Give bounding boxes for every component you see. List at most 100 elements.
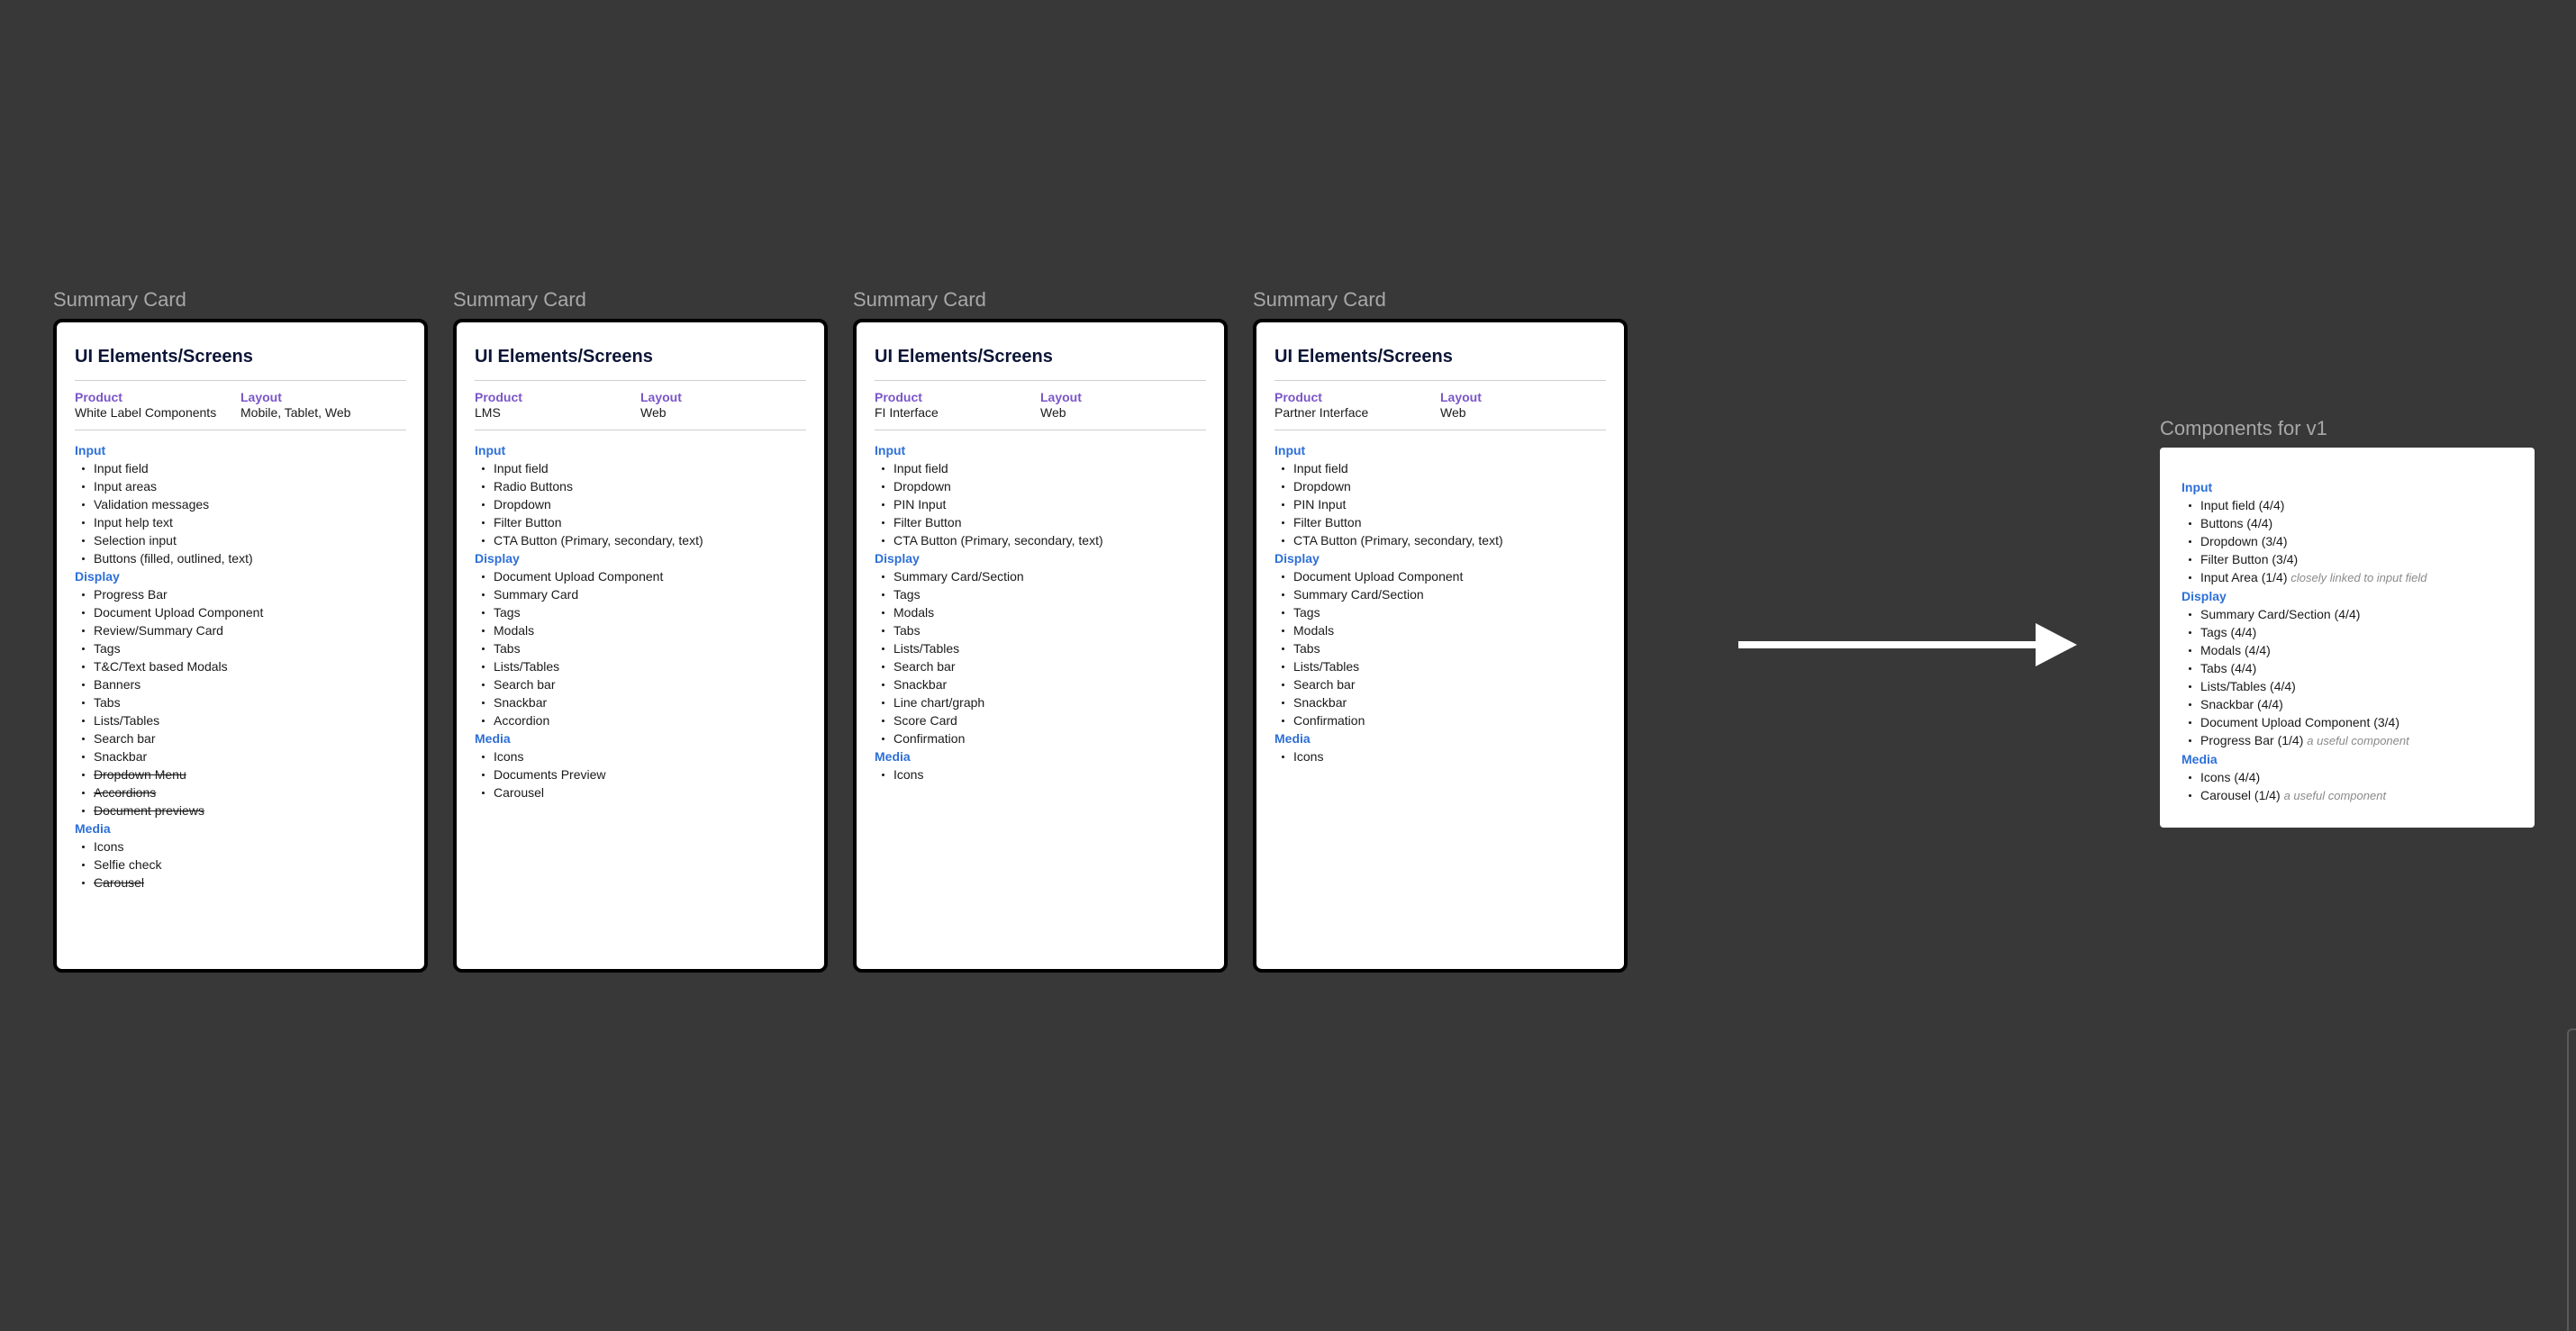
product-value: LMS [475, 405, 501, 420]
list-item: Lists/Tables [75, 711, 406, 729]
list-item: Score Card [875, 711, 1206, 729]
frame-label[interactable]: Summary Card [1253, 288, 1386, 312]
list-item-label: Search bar [494, 677, 556, 692]
section-title-input: Input [75, 443, 106, 457]
product-label: Product [875, 390, 922, 404]
list-item-label: Snackbar [94, 749, 148, 764]
list-item-label: Lists/Tables [94, 713, 160, 728]
list-item: Dropdown [875, 477, 1206, 495]
list-item: Document Upload Component (3/4) [2181, 713, 2515, 731]
list-item: CTA Button (Primary, secondary, text) [875, 531, 1206, 549]
list-item: Tags [75, 639, 406, 657]
list-item: Document Upload Component [475, 567, 806, 585]
list-item-label: CTA Button (Primary, secondary, text) [1293, 533, 1503, 548]
list-item-label: Dropdown [893, 479, 951, 493]
list-item: Snackbar [475, 693, 806, 711]
list-item-label: Input Area (1/4) [2200, 570, 2288, 584]
components-v1-card[interactable]: Input Input field (4/4) Buttons (4/4) Dropd… [2160, 448, 2535, 828]
list-item: Search bar [475, 675, 806, 693]
list-item: Icons [1274, 747, 1606, 765]
product-value: White Label Components [75, 405, 217, 420]
list-item: Snackbar [875, 675, 1206, 693]
list-item-label: Filter Button [1293, 515, 1362, 530]
list-item-label: Buttons (filled, outlined, text) [94, 551, 253, 566]
list-item-label: CTA Button (Primary, secondary, text) [494, 533, 703, 548]
list-item-label: Document Upload Component [94, 605, 264, 620]
components-v1-frame-label[interactable]: Components for v1 [2160, 417, 2327, 440]
section-title-media: Media [875, 749, 911, 764]
product-field: Product White Label Components [75, 390, 240, 421]
list-item-label: Summary Card/Section [1293, 587, 1424, 602]
list-item-label: Modals [893, 605, 935, 620]
list-item-label: Icons [94, 839, 124, 854]
summary-card[interactable]: UI Elements/Screens Product LMS Layout Web In… [453, 319, 828, 973]
canvas-scrollbar[interactable] [2567, 1028, 2576, 1331]
list-item: Input field [1274, 459, 1606, 477]
frame-label[interactable]: Summary Card [453, 288, 586, 312]
list-item: Document previews [75, 801, 406, 819]
list-item: Icons (4/4) [2181, 768, 2515, 786]
layout-value: Web [1440, 405, 1466, 420]
section-title-input: Input [475, 443, 506, 457]
list-item: PIN Input [875, 495, 1206, 513]
list-item: Buttons (filled, outlined, text) [75, 549, 406, 567]
list-item-label: Search bar [893, 659, 956, 674]
list-item: Modals (4/4) [2181, 641, 2515, 659]
list-item: CTA Button (Primary, secondary, text) [475, 531, 806, 549]
section-title-display: Display [875, 551, 920, 566]
list-item-label: Icons [1293, 749, 1324, 764]
layout-label: Layout [640, 390, 682, 404]
summary-card[interactable]: UI Elements/Screens Product Partner Interf… [1253, 319, 1628, 973]
list-item: Line chart/graph [875, 693, 1206, 711]
list-item: Tags [875, 585, 1206, 603]
list-item: Documents Preview [475, 765, 806, 783]
product-label: Product [1274, 390, 1322, 404]
list-item: Accordions [75, 783, 406, 801]
list-item-label: T&C/Text based Modals [94, 659, 228, 674]
product-label: Product [75, 390, 122, 404]
list-item-label: Icons [893, 767, 924, 782]
list-item: Tabs [475, 639, 806, 657]
list-item-label: Line chart/graph [893, 695, 985, 710]
card-sections: Input Input field Input areas Validation me… [75, 430, 406, 892]
product-field: Product FI Interface [875, 390, 1040, 421]
card-heading: UI Elements/Screens [475, 347, 653, 367]
list-item-label: Tags (4/4) [2200, 625, 2257, 639]
summary-card[interactable]: UI Elements/Screens Product FI Interface La… [853, 319, 1228, 973]
list-item-label: Confirmation [893, 731, 966, 746]
list-item-label: Carousel [494, 785, 545, 800]
frame-label[interactable]: Summary Card [853, 288, 986, 312]
list-item-label: Input field [1293, 461, 1348, 475]
section-title-media: Media [1274, 731, 1311, 746]
list-item: Buttons (4/4) [2181, 514, 2515, 532]
list-item: PIN Input [1274, 495, 1606, 513]
list-item: Dropdown [475, 495, 806, 513]
list-item-label: Lists/Tables [893, 641, 960, 656]
layout-field: Layout Mobile, Tablet, Web [240, 390, 406, 421]
list-item-label: Review/Summary Card [94, 623, 223, 638]
list-item-label: Summary Card/Section [893, 569, 1024, 584]
list-item: Tags [1274, 603, 1606, 621]
list-item: Dropdown (3/4) [2181, 532, 2515, 550]
list-item: Filter Button [1274, 513, 1606, 531]
list-item-label: Accordions [94, 785, 157, 800]
layout-label: Layout [1440, 390, 1482, 404]
card-sections: Input Input field Radio Buttons Dropdown Fil… [475, 430, 806, 801]
list-item-label: Modals (4/4) [2200, 643, 2271, 657]
summary-card[interactable]: UI Elements/Screens Product White Label Co… [53, 319, 428, 973]
list-item: Lists/Tables [875, 639, 1206, 657]
list-item: Snackbar (4/4) [2181, 695, 2515, 713]
list-item-label: Document previews [94, 803, 204, 818]
frame-label[interactable]: Summary Card [53, 288, 186, 312]
list-item: Snackbar [75, 747, 406, 765]
list-item: Validation messages [75, 495, 406, 513]
list-item-label: Carousel (1/4) [2200, 788, 2281, 802]
list-item: Input field [75, 459, 406, 477]
list-item-label: Input field [94, 461, 149, 475]
list-item: Radio Buttons [475, 477, 806, 495]
card-sections: Input Input field Dropdown PIN Input Filter … [1274, 430, 1606, 765]
list-item: Carousel (1/4) a useful component [2181, 786, 2515, 805]
list-item: CTA Button (Primary, secondary, text) [1274, 531, 1606, 549]
list-item-label: Score Card [893, 713, 957, 728]
list-item: Tags [475, 603, 806, 621]
